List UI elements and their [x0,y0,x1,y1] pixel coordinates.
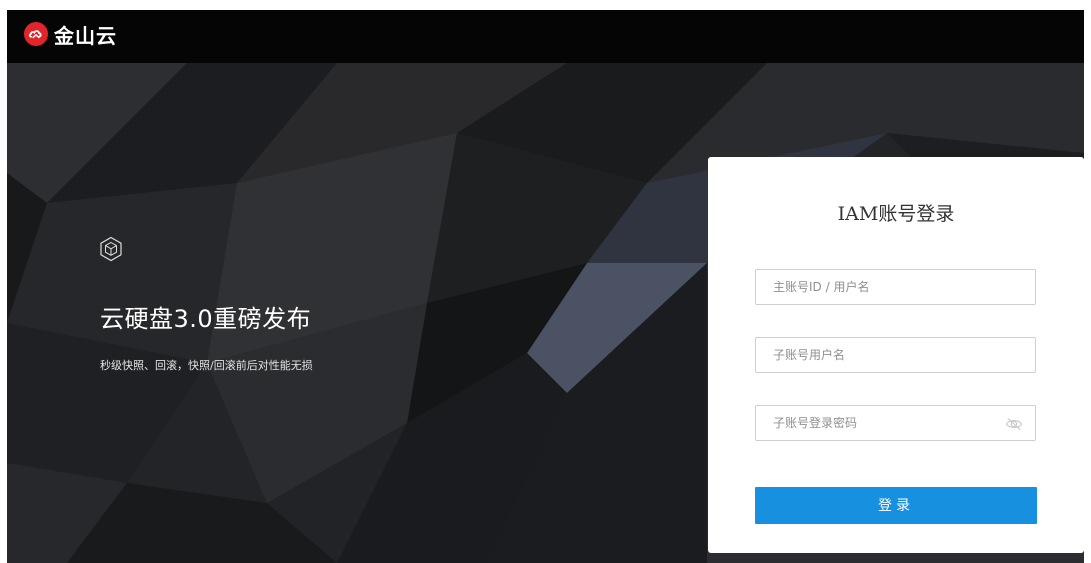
login-button[interactable]: 登录 [755,487,1037,524]
main-account-field[interactable] [755,269,1036,305]
password-input[interactable] [756,406,1035,440]
eye-icon[interactable] [1005,416,1023,432]
sub-account-field[interactable] [755,337,1036,373]
password-field[interactable] [755,405,1036,441]
brand-name: 金山云 [54,23,117,48]
promo-title: 云硬盘3.0重磅发布 [100,305,312,333]
sub-account-input[interactable] [756,338,1035,372]
login-page: 金山云 云硬盘3.0重磅发布 秒级快照、回滚，快照/回滚前后对性能无损 IAM账… [0,0,1091,563]
promo-subtitle: 秒级快照、回滚，快照/回滚前后对性能无损 [100,359,313,372]
top-navigation-bar: 金山云 [7,10,1084,63]
main-account-input[interactable] [756,270,1035,304]
cloud-logo-icon [24,22,48,46]
brand-logo[interactable]: 金山云 [24,20,117,48]
login-card: IAM账号登录 登录 [708,157,1084,553]
cube-hexagon-icon [98,236,124,262]
login-title: IAM账号登录 [837,203,955,225]
